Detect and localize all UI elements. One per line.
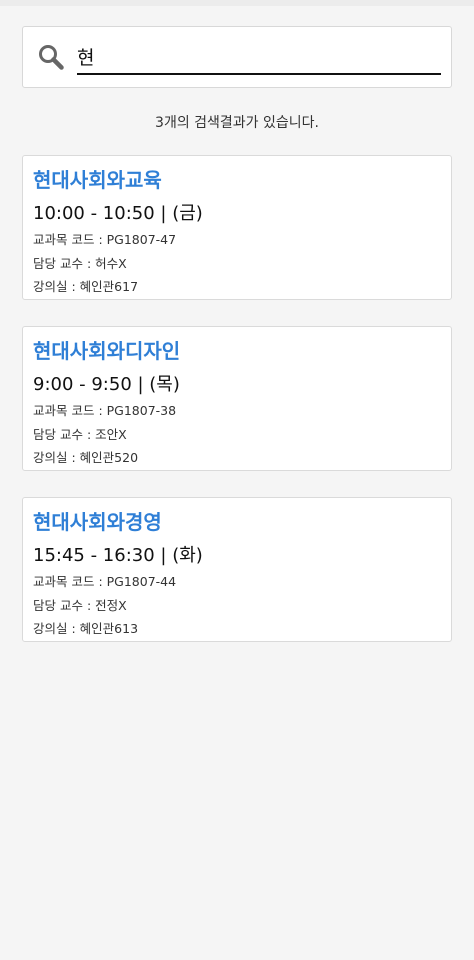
course-title[interactable]: 현대사회와경영 bbox=[33, 506, 162, 535]
course-room: 강의실 : 혜인관617 bbox=[33, 279, 139, 294]
course-code: 교과목 코드 : PG1807-44 bbox=[33, 574, 177, 589]
search-input[interactable] bbox=[77, 41, 441, 75]
course-card[interactable]: 현대사회와경영 15:45 - 16:30 | (화) 교과목 코드 : PG1… bbox=[22, 497, 452, 642]
course-card[interactable]: 현대사회와디자인 9:00 - 9:50 | (목) 교과목 코드 : PG18… bbox=[22, 326, 452, 471]
search-bar bbox=[22, 26, 452, 88]
course-room: 강의실 : 혜인관520 bbox=[33, 450, 139, 465]
course-title[interactable]: 현대사회와디자인 bbox=[33, 335, 180, 364]
course-card[interactable]: 현대사회와교육 10:00 - 10:50 | (금) 교과목 코드 : PG1… bbox=[22, 155, 452, 300]
course-code: 교과목 코드 : PG1807-47 bbox=[33, 232, 177, 247]
course-time: 15:45 - 16:30 | (화) bbox=[33, 545, 203, 566]
course-code: 교과목 코드 : PG1807-38 bbox=[33, 403, 177, 418]
status-bar-strip bbox=[0, 0, 474, 6]
result-count-text: 3개의 검색결과가 있습니다. bbox=[155, 115, 319, 131]
course-room: 강의실 : 혜인관613 bbox=[33, 621, 139, 636]
course-time: 10:00 - 10:50 | (금) bbox=[33, 203, 203, 224]
course-professor: 담당 교수 : 허수X bbox=[33, 256, 127, 271]
course-professor: 담당 교수 : 전정X bbox=[33, 598, 127, 613]
search-icon[interactable] bbox=[37, 43, 65, 71]
course-time: 9:00 - 9:50 | (목) bbox=[33, 374, 180, 395]
course-title[interactable]: 현대사회와교육 bbox=[33, 164, 162, 193]
course-professor: 담당 교수 : 조안X bbox=[33, 427, 127, 442]
